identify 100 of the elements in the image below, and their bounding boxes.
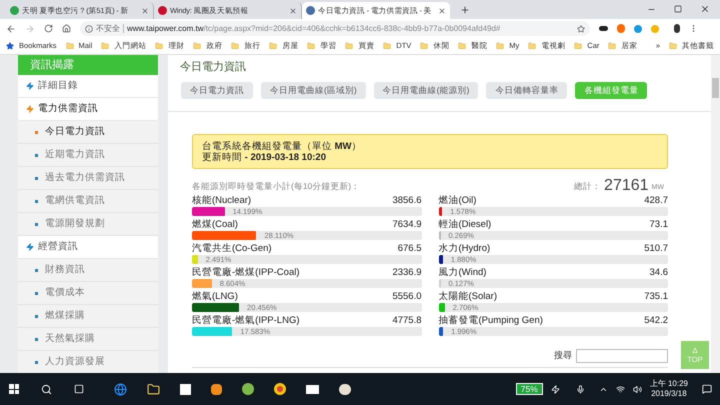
page-title: 今日電力資訊 <box>179 60 247 75</box>
source-value: 4775.8 <box>392 315 422 327</box>
bullet-icon <box>35 176 38 180</box>
source-value: 735.1 <box>644 291 668 303</box>
reload-icon[interactable] <box>44 24 53 33</box>
back-icon[interactable] <box>6 24 16 34</box>
folder-icon <box>231 42 240 50</box>
clock-date[interactable]: 2019/3/18 <box>651 389 687 399</box>
source-name: 民營電廠-燃氣(IPP-LNG) <box>192 315 300 327</box>
sidebar-item[interactable]: 財務資訊 <box>18 259 158 282</box>
source-name: 風力(Wind) <box>438 267 486 279</box>
source-name: 抽蓄發電(Pumping Gen) <box>438 315 543 327</box>
bullet-icon <box>35 130 38 134</box>
folder-icon <box>66 42 74 50</box>
folder-icon <box>383 42 392 50</box>
source-value: 542.2 <box>644 315 668 327</box>
address-field[interactable]: 不安全 www.taipower.com.tw/tc/page.aspx?mid=206&cid=406&cchk=b6134cc6-838c-4bb9-b77a-0b0094afd49d# <box>80 21 590 36</box>
subtitle: 各能源別即時發電量小計(每10分鐘更新)： <box>192 180 360 193</box>
bullet-icon <box>35 200 38 202</box>
bullet-icon <box>35 154 38 156</box>
sidebar-group[interactable]: 電力供需資訊 <box>18 98 158 121</box>
search-label: 搜尋 <box>554 349 572 362</box>
sidebar-header: 資訊揭露 <box>18 55 158 75</box>
bullet-icon <box>35 360 38 364</box>
tab-button[interactable]: 今日備轉容量率 <box>486 82 568 99</box>
total-value: 27161 <box>604 177 649 195</box>
sidebar-group[interactable]: 經營資訊 <box>18 236 158 259</box>
source-value: 2336.9 <box>392 267 422 279</box>
source-value: 5556.0 <box>392 291 422 303</box>
folder-icon <box>669 42 677 50</box>
folder-icon[interactable] <box>147 382 160 396</box>
close-icon[interactable] <box>289 6 297 14</box>
source-value: 7634.9 <box>392 219 422 231</box>
folder-icon <box>155 42 164 50</box>
source-name: 民營電廠-燃煤(IPP-Coal) <box>192 267 300 279</box>
star-icon[interactable] <box>577 24 585 32</box>
task-view-icon[interactable] <box>74 384 84 394</box>
folder-icon <box>345 42 354 50</box>
folder-icon <box>193 42 202 50</box>
star-icon <box>6 42 14 50</box>
tab-button[interactable]: 今日電力資訊 <box>181 82 253 99</box>
source-name: 太陽能(Solar) <box>438 291 498 303</box>
bullet-icon <box>35 314 38 318</box>
sidebar-item[interactable]: 電源開發規劃 <box>18 213 158 236</box>
sidebar-group[interactable]: 詳細目錄 <box>18 75 158 98</box>
sidebar-item[interactable]: 近期電力資訊 <box>18 144 158 167</box>
windows-icon[interactable] <box>9 384 19 394</box>
notice-title: 台電系統各機組發電量（單位 MW） <box>202 140 363 152</box>
source-value: 3856.6 <box>392 195 422 207</box>
close-icon[interactable] <box>141 6 149 14</box>
url-text: www.taipower.com.tw/tc/page.aspx?mid=206&cid=406&cchk=b6134cc6-838c-4bb9-b77a-0b0094afd49d# <box>127 22 500 34</box>
sidebar-item[interactable]: 過去電力供需資訊 <box>18 167 158 190</box>
notification-icon[interactable] <box>702 384 712 394</box>
bullet-icon <box>35 268 38 272</box>
power-icon <box>550 384 560 394</box>
scrollbar[interactable] <box>711 55 720 373</box>
source-name: 核能(Nuclear) <box>192 195 252 207</box>
folder-icon <box>608 42 616 50</box>
new-tab-icon[interactable] <box>460 5 470 15</box>
bullet-icon <box>35 292 38 294</box>
folder-icon <box>496 42 504 50</box>
folder-icon <box>101 42 110 50</box>
wifi-icon[interactable] <box>616 384 625 394</box>
tab-button[interactable]: 今日用電曲線(能源別) <box>374 82 478 99</box>
folder-icon <box>420 42 428 50</box>
sidebar-item[interactable]: 天然氣採購 <box>18 328 158 351</box>
source-name: 燃油(Oil) <box>438 195 476 207</box>
source-value: 34.6 <box>650 267 668 279</box>
search-field[interactable] <box>576 349 668 363</box>
sidebar-item[interactable]: 燃煤採購 <box>18 305 158 328</box>
close-icon[interactable] <box>438 6 446 14</box>
sidebar-item[interactable]: 電網供電資訊 <box>18 190 158 213</box>
sidebar-item[interactable]: 今日電力資訊 <box>18 121 158 144</box>
sidebar-item[interactable]: 人力資源發展 <box>18 351 158 373</box>
tab-button[interactable]: 今日用電曲線(區域別) <box>261 82 366 99</box>
bullet-icon <box>35 338 38 340</box>
source-value: 73.1 <box>650 219 668 231</box>
security-label: 不安全 <box>96 22 120 34</box>
source-value: 428.7 <box>644 195 668 207</box>
update-time: 更新時間 - 2019-03-18 10:20 <box>202 152 327 162</box>
maximize-icon[interactable] <box>674 5 682 13</box>
source-name: 水力(Hydro) <box>438 243 490 255</box>
folder-icon <box>458 42 466 50</box>
source-value: 510.7 <box>644 243 668 255</box>
source-name: 輕油(Diesel) <box>438 219 492 231</box>
battery-indicator: 75% <box>516 383 543 395</box>
folder-icon <box>307 42 316 50</box>
sidebar-item[interactable]: 電價成本 <box>18 282 158 305</box>
source-value: 676.5 <box>398 243 422 255</box>
close-icon[interactable] <box>700 4 710 14</box>
browser-icon[interactable] <box>114 382 127 396</box>
search-icon[interactable] <box>41 384 52 394</box>
speaker-icon[interactable] <box>632 384 642 394</box>
folder-icon <box>269 42 278 50</box>
info-icon <box>85 24 93 32</box>
home-icon[interactable] <box>62 24 71 33</box>
total-label: 總計： <box>574 180 602 193</box>
bullet-icon <box>35 222 38 226</box>
folder-icon <box>574 42 582 50</box>
clock-time[interactable]: 上午 10:29 <box>650 379 688 389</box>
